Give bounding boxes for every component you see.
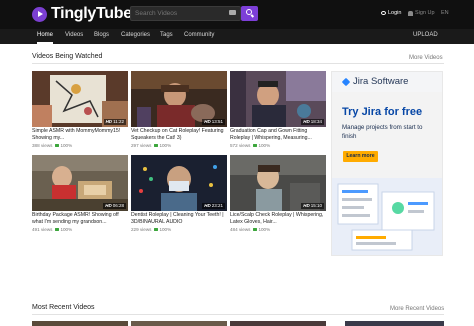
- thumbs-up-icon: [253, 143, 258, 148]
- video-title[interactable]: Birthday Package ASMR! Showing off what …: [32, 212, 128, 225]
- video-thumbnail[interactable]: [131, 321, 227, 326]
- video-title[interactable]: Lice/Scalp Check Roleplay | Whispering, …: [230, 212, 326, 225]
- ad-illustration: [332, 178, 442, 255]
- more-videos-link[interactable]: More Videos: [409, 55, 443, 61]
- video-thumbnail[interactable]: HD13:51: [131, 71, 227, 127]
- ad-brand: Jira Software: [353, 76, 409, 87]
- video-thumbnail[interactable]: [32, 321, 128, 326]
- more-recent-link[interactable]: More Recent Videos: [390, 306, 444, 312]
- main-nav: Home Videos Blogs Categories Tags Commun…: [0, 29, 474, 44]
- top-header: TinglyTube Login Sign Up EN: [0, 0, 474, 29]
- section-title-watched: Videos Being Watched: [32, 53, 103, 60]
- duration-badge: HD18:34: [301, 119, 324, 125]
- learn-more-button[interactable]: Learn more: [343, 151, 378, 162]
- jira-ad-banner[interactable]: Jira Software Try Jira for free Manage p…: [331, 71, 443, 256]
- section-divider: [32, 314, 444, 315]
- duration-badge: HD23:21: [202, 203, 225, 209]
- upload-button[interactable]: UPLOAD: [413, 29, 438, 42]
- nav-tags[interactable]: Tags: [160, 29, 173, 44]
- video-thumbnail[interactable]: HD15:10: [230, 155, 326, 211]
- nav-categories[interactable]: Categories: [121, 29, 150, 44]
- login-label: Login: [388, 10, 402, 16]
- video-meta: 484 views 100%: [230, 227, 271, 232]
- video-meta: 491 views 100%: [32, 227, 73, 232]
- logo-play-icon: [32, 6, 47, 22]
- video-thumbnail[interactable]: HD23:21: [131, 155, 227, 211]
- site-logo[interactable]: TinglyTube: [32, 5, 132, 23]
- login-link[interactable]: Login: [381, 10, 401, 16]
- video-meta: 388 views 100%: [32, 143, 73, 148]
- nav-videos[interactable]: Videos: [65, 29, 83, 44]
- thumbs-up-icon: [154, 227, 159, 232]
- nav-home[interactable]: Home: [37, 29, 54, 44]
- user-icon: [408, 10, 413, 16]
- language-selector[interactable]: EN: [441, 10, 449, 16]
- video-title[interactable]: Dentist Roleplay | Cleaning Your Teeth! …: [131, 212, 227, 225]
- key-icon: [381, 11, 386, 15]
- video-thumbnail[interactable]: HD11:22: [32, 71, 128, 127]
- ad-body-text: Manage projects from start to finish: [342, 124, 423, 140]
- section-title-recent: Most Recent Videos: [32, 304, 95, 311]
- duration-badge: HD06:28: [103, 203, 126, 209]
- video-meta: 297 views 100%: [131, 143, 172, 148]
- video-meta: 229 views 100%: [131, 227, 172, 232]
- ad-header: Jira Software: [332, 72, 442, 92]
- thumbs-up-icon: [55, 227, 60, 232]
- section-divider: [32, 63, 444, 64]
- signup-link[interactable]: Sign Up: [408, 10, 435, 16]
- search-button[interactable]: [241, 6, 258, 21]
- nav-community[interactable]: Community: [184, 29, 214, 44]
- thumbs-up-icon: [154, 143, 159, 148]
- video-title[interactable]: Graduation Cap and Gown Fitting Roleplay…: [230, 128, 326, 141]
- duration-badge: HD11:22: [103, 119, 126, 125]
- signup-label: Sign Up: [415, 10, 435, 16]
- video-thumbnail[interactable]: [230, 321, 326, 326]
- video-title[interactable]: Vet Checkup on Cat Roleplay! Featuring S…: [131, 128, 227, 141]
- logo-text: TinglyTube: [51, 5, 132, 22]
- video-thumbnail[interactable]: HD18:34: [230, 71, 326, 127]
- ad-tagline: Try Jira for free: [342, 106, 423, 118]
- duration-badge: HD13:51: [202, 119, 225, 125]
- thumbs-up-icon: [253, 227, 258, 232]
- nav-blogs[interactable]: Blogs: [94, 29, 109, 44]
- jira-logo-icon: [341, 77, 351, 87]
- duration-badge: HD15:10: [301, 203, 324, 209]
- search-input[interactable]: [130, 6, 241, 21]
- video-title[interactable]: Simple ASMR with MommyMommy15! Showing m…: [32, 128, 128, 141]
- thumbs-up-icon: [55, 143, 60, 148]
- video-thumbnail[interactable]: HD06:28: [32, 155, 128, 211]
- video-meta: 572 views 100%: [230, 143, 271, 148]
- camera-icon[interactable]: [229, 10, 236, 15]
- video-thumbnail[interactable]: [345, 321, 444, 326]
